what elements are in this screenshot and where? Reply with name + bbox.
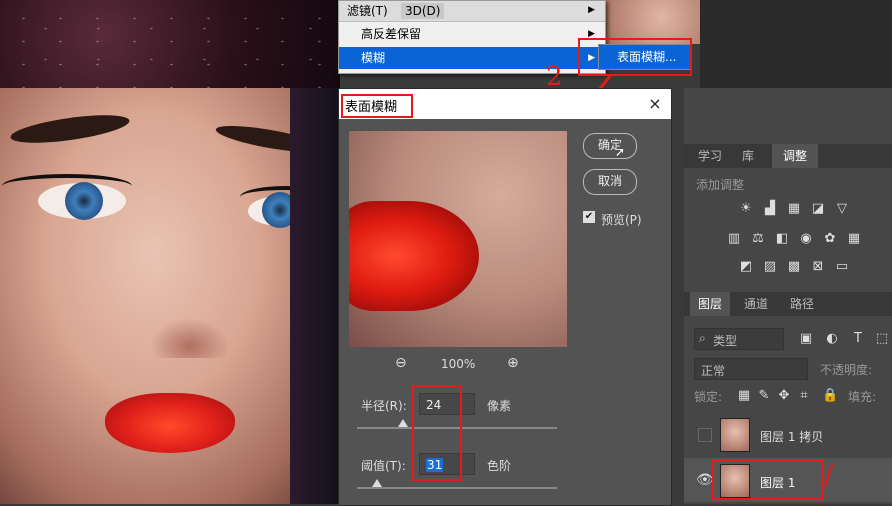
preview-lip [349,201,479,311]
black-white-icon[interactable]: ◧ [774,232,790,246]
workspace-top-right [700,0,892,88]
cursor-icon: ➚ [615,145,626,159]
menu-3d[interactable]: 3D(D) [401,3,445,19]
surface-blur-dialog: 表面模糊 × ⊖ 100% ⊕ 半径(R): 24 像素 阈值(T): 31 色… [338,88,672,506]
color-lookup-icon[interactable]: ▦ [846,232,862,246]
brightness-icon[interactable]: ☀ [738,202,754,216]
preview-checkbox[interactable]: ✔ [583,211,595,223]
lock-position-icon[interactable]: ✥ [776,389,792,403]
menubar: 滤镜(T) 3D(D) [339,1,605,22]
hue-saturation-icon[interactable]: ▥ [726,232,742,246]
radius-unit: 像素 [487,399,512,413]
star-texture [0,0,340,88]
fill-label: 填充: [848,390,877,404]
search-icon: ⌕ [699,331,706,345]
radius-label: 半径(R): [361,399,407,413]
canvas-dark-edge [290,88,340,504]
lock-label: 锁定: [694,390,723,404]
color-balance-icon[interactable]: ⚖ [750,232,766,246]
highlight-box-submenu [578,38,692,76]
type-filter-icon[interactable]: T [850,332,866,346]
menu-filter[interactable]: 滤镜(T) [343,3,392,19]
invert-icon[interactable]: ◩ [738,260,754,274]
tab-learn[interactable]: 学习 [692,144,728,168]
curves-icon[interactable]: ▦ [786,202,802,216]
filter-kind-value: 类型 [713,334,738,348]
right-panel: 学习 库 调整 添加调整 ☀ ▟ ▦ ◪ ▽ ▥ ⚖ ◧ ◉ ✿ ▦ ◩ ▨ ▩… [684,88,892,504]
posterize-icon[interactable]: ▨ [762,260,778,274]
exposure-icon[interactable]: ◪ [810,202,826,216]
vibrance-icon[interactable]: ▽ [834,202,850,216]
layer-filter-select[interactable]: ⌕ 类型 [694,328,784,350]
threshold-icon[interactable]: ▩ [786,260,802,274]
lock-image-icon[interactable]: ✎ [756,389,772,403]
preview-label: 预览(P) [601,213,642,227]
filter-menu: 滤镜(T) 3D(D) ▶ 高反差保留 ▶ 模糊 ▶ [338,0,606,74]
highlight-box-layer [712,460,824,500]
threshold-label: 阈值(T): [361,459,406,473]
lock-all-icon[interactable]: 🔒 [822,389,838,403]
tab-library[interactable]: 库 [734,144,762,168]
adjustment-filter-icon[interactable]: ◐ [824,332,840,346]
preview-pane[interactable] [349,131,567,347]
pixel-filter-icon[interactable]: ▣ [798,332,814,346]
levels-icon[interactable]: ▟ [762,202,778,216]
menu-item-high-pass[interactable]: 高反差保留 ▶ [339,23,605,45]
cancel-button[interactable]: 取消 [583,169,637,195]
visibility-checkbox[interactable] [698,428,712,442]
lips [105,393,235,453]
chevron-right-icon: ▶ [588,5,595,15]
layer-annotation-mark: / [824,458,834,491]
tab-paths[interactable]: 路径 [782,292,822,316]
portrait-canvas [0,88,340,504]
threshold-unit: 色阶 [487,459,512,473]
zoom-in-icon[interactable]: ⊕ [507,355,519,371]
tab-adjustments[interactable]: 调整 [772,144,818,168]
highlight-box-inputs [412,385,462,481]
ok-button[interactable]: 确定 [583,133,637,159]
menu-item-blur[interactable]: 模糊 ▶ [339,47,605,69]
highlight-box-title [341,94,413,118]
layer-thumbnail [720,418,750,452]
selective-color-icon[interactable]: ⊠ [810,260,826,274]
photo-filter-icon[interactable]: ◉ [798,232,814,246]
blend-mode-select[interactable]: 正常 [694,358,808,380]
left-eyebrow [9,109,131,149]
layer-row-copy[interactable]: 图层 1 拷贝 [684,412,892,456]
radius-slider-thumb[interactable] [398,419,408,427]
tab-channels[interactable]: 通道 [736,292,776,316]
menu-item-label: 高反差保留 [361,27,422,41]
zoom-out-icon[interactable]: ⊖ [395,355,407,371]
lock-transparent-icon[interactable]: ▦ [736,389,752,403]
layer-name: 图层 1 拷贝 [760,430,824,444]
close-icon[interactable]: × [645,94,665,113]
lock-artboard-icon[interactable]: ⌗ [796,389,812,403]
channel-mixer-icon[interactable]: ✿ [822,232,838,246]
opacity-label: 不透明度: [820,363,873,377]
tab-layers[interactable]: 图层 [690,292,730,316]
menu-item-label: 模糊 [361,51,386,65]
threshold-slider[interactable] [357,479,557,489]
blend-mode-value: 正常 [701,364,726,378]
add-adjustment-label: 添加调整 [696,178,745,192]
nose-shadow [150,318,230,358]
zoom-level: 100% [441,357,476,371]
threshold-slider-thumb[interactable] [372,479,382,487]
left-eyeliner [2,174,132,198]
shape-filter-icon[interactable]: ⬚ [874,332,890,346]
gradient-map-icon[interactable]: ▭ [834,260,850,274]
